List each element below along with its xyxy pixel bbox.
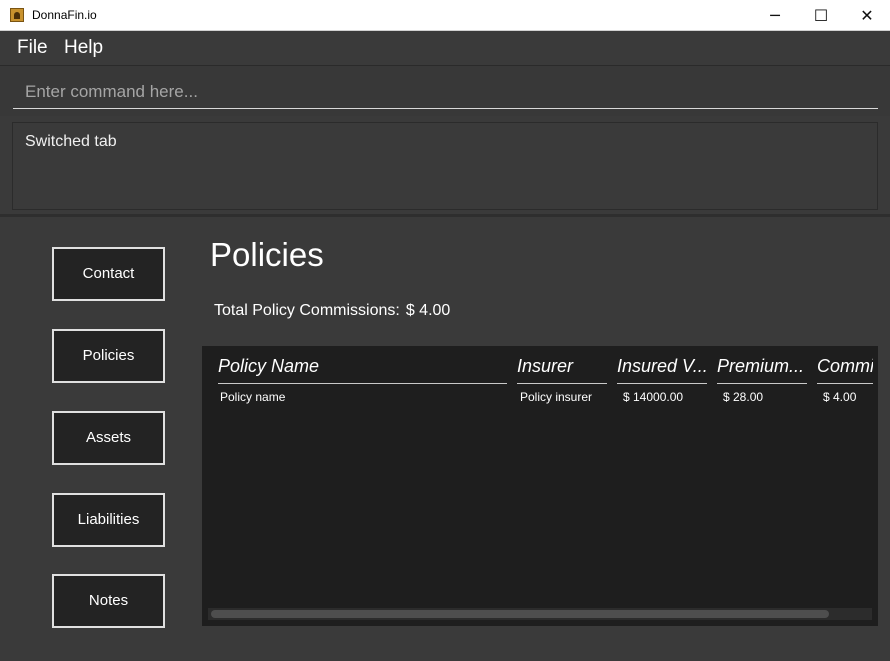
menu-file[interactable]: File: [17, 37, 48, 59]
horizontal-scrollbar[interactable]: [208, 608, 872, 620]
menu-bar: File Help: [0, 31, 890, 66]
tab-contact[interactable]: Contact: [52, 247, 165, 301]
column-header-premium[interactable]: Premium...: [717, 356, 807, 384]
tab-notes[interactable]: Notes: [52, 574, 165, 628]
cell-insured-value: $ 14000.00: [623, 390, 684, 404]
column-header-policy-name[interactable]: Policy Name: [218, 356, 507, 384]
menu-help[interactable]: Help: [64, 37, 103, 59]
command-input[interactable]: [13, 76, 878, 109]
command-box: [0, 66, 890, 116]
close-icon[interactable]: ✕: [844, 0, 890, 31]
cell-policy-name: Policy name: [220, 390, 286, 404]
total-commissions: Total Policy Commissions: $ 4.00: [214, 302, 450, 320]
tab-liabilities[interactable]: Liabilities: [52, 493, 165, 547]
tab-assets[interactable]: Assets: [52, 411, 165, 465]
cell-commission: $ 4.00: [823, 390, 857, 404]
app-icon: [10, 8, 24, 22]
policies-table: Policy Name Insurer Insured V... Premium…: [202, 346, 878, 626]
minimize-icon[interactable]: ─: [752, 0, 798, 31]
page-title: Policies: [210, 236, 324, 273]
divider: [0, 214, 890, 217]
column-header-commission[interactable]: Commi: [817, 356, 873, 384]
maximize-icon[interactable]: ☐: [798, 0, 844, 31]
column-header-insurer[interactable]: Insurer: [517, 356, 607, 384]
tab-policies[interactable]: Policies: [52, 329, 165, 383]
result-text: Switched tab: [25, 133, 117, 150]
cell-premium: $ 28.00: [723, 390, 764, 404]
commission-label: Total Policy Commissions:: [214, 302, 400, 319]
window-title: DonnaFin.io: [32, 8, 97, 22]
cell-insurer: Policy insurer: [520, 390, 593, 404]
scrollbar-thumb[interactable]: [211, 610, 829, 618]
column-header-insured-value[interactable]: Insured V...: [617, 356, 707, 384]
result-display: Switched tab: [12, 122, 878, 210]
commission-value: $ 4.00: [405, 302, 451, 319]
title-bar: DonnaFin.io ─ ☐ ✕: [0, 0, 890, 31]
